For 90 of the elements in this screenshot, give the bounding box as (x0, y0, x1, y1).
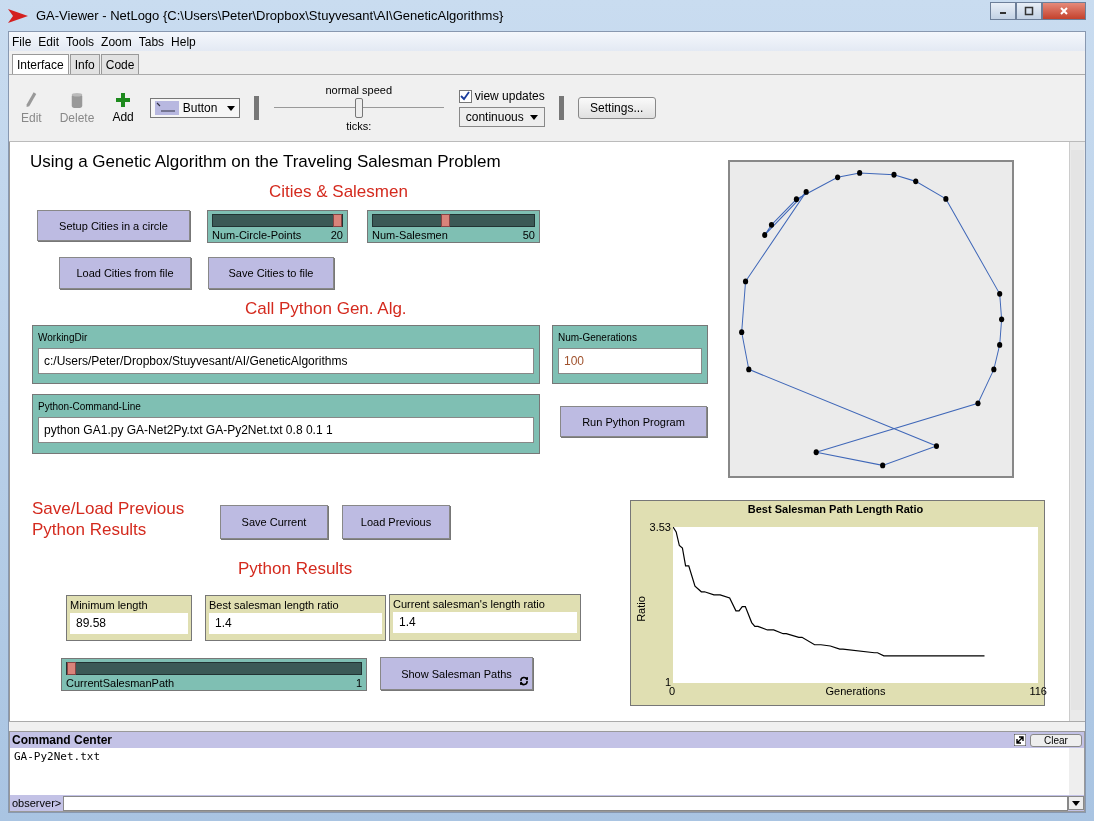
menu-item[interactable]: Edit (38, 34, 60, 49)
monitor-value: 89.58 (70, 613, 188, 634)
input-label: Python-Command-Line (38, 401, 142, 412)
input-field[interactable]: c:/Users/Peter/Dropbox/Stuyvesant/AI/GeneticAlgorithms (38, 348, 534, 374)
maximize-icon (1024, 6, 1034, 16)
widget-button[interactable]: Save Cities to file (208, 257, 334, 289)
input-label: WorkingDir (38, 332, 89, 343)
slider-thumb[interactable] (441, 214, 451, 227)
slider-thumb[interactable] (333, 214, 342, 227)
monitor-value: 1.4 (393, 612, 577, 633)
maximize-button[interactable] (1016, 2, 1042, 20)
command-center-title: Command Center (12, 733, 113, 747)
widget-button[interactable]: Show Salesman Paths (380, 657, 533, 690)
tab[interactable]: Info (69, 54, 100, 74)
vertical-scrollbar[interactable] (1069, 142, 1085, 721)
tab[interactable]: Code (100, 54, 140, 74)
model-title: Using a Genetic Algorithm on the Traveling Salesman Problem (30, 152, 501, 172)
menu-item[interactable]: Tools (66, 34, 95, 49)
widget-button[interactable]: Save Current (220, 505, 328, 539)
ticks-label: ticks: (346, 120, 372, 132)
window-title: GA-Viewer - NetLogo {C:\Users\Peter\Dropbox\Stuyvesant\AI\GeneticAlgorithms} (36, 8, 505, 23)
menu-item[interactable]: Help (171, 34, 196, 49)
view-updates-checkbox[interactable]: view updates (458, 89, 545, 103)
menu-item[interactable]: File (12, 34, 32, 49)
menu-item[interactable]: Tabs (138, 34, 165, 49)
y-axis-label: Ratio (635, 596, 647, 622)
forever-icon (519, 676, 529, 686)
plus-icon (115, 92, 132, 108)
slider-widget[interactable]: Num-Salesmen 50 (367, 210, 540, 243)
y-tick-label: 3.53 (649, 521, 672, 534)
slider-track[interactable] (372, 214, 535, 227)
widget-type-dropdown[interactable]: Button (149, 98, 240, 118)
widget-button[interactable]: Setup Cities in a circle (37, 210, 190, 241)
toolbar-separator (558, 96, 564, 120)
button-widget-icon (154, 101, 179, 115)
close-icon (1059, 6, 1069, 16)
speed-slider[interactable] (273, 98, 444, 118)
x-tick-label: 0 (669, 685, 676, 698)
monitor-value: 1.4 (209, 613, 382, 634)
plot-title: Best Salesman Path Length Ratio (746, 503, 925, 517)
speed-label: normal speed (325, 84, 393, 96)
monitor-label: Current salesman's length ratio (393, 598, 546, 610)
section-heading: Save/Load Previous Python Results (32, 498, 186, 540)
close-button[interactable] (1042, 2, 1086, 20)
section-heading: Call Python Gen. Alg. (245, 299, 407, 319)
update-mode-dropdown[interactable]: continuous (458, 107, 545, 127)
checkmark-icon (459, 90, 470, 101)
tab[interactable]: Interface (12, 54, 69, 74)
y-tick-label: 1 (664, 676, 671, 688)
history-dropdown[interactable] (1068, 796, 1084, 810)
monitor-label: Minimum length (70, 599, 149, 611)
command-input-field[interactable] (63, 795, 1068, 811)
trash-can-icon (70, 91, 85, 109)
slider-label: Num-Salesmen (372, 229, 448, 241)
slider-label: Num-Circle-Points (212, 229, 302, 241)
x-tick-label: 116 (1029, 685, 1047, 698)
menu-item[interactable]: Zoom (101, 34, 132, 49)
slider-track[interactable] (66, 662, 362, 675)
expand-icon[interactable] (1014, 734, 1026, 746)
app-logo-icon (8, 8, 28, 23)
slider-widget[interactable]: Num-Circle-Points 20 (207, 210, 348, 243)
caret-icon (226, 105, 235, 111)
monitor-label: Best salesman length ratio (209, 599, 340, 611)
slider-thumb[interactable] (67, 662, 76, 675)
input-field[interactable]: python GA1.py GA-Net2Py.txt GA-Py2Net.txt 0.8 0.1 1 (38, 417, 534, 443)
slider-label: CurrentSalesmanPath (66, 677, 175, 689)
caret-icon (1072, 800, 1080, 806)
section-heading: Cities & Salesmen (269, 182, 408, 202)
caret-icon (529, 114, 538, 120)
observer-prompt: observer> (11, 797, 63, 809)
minimize-button[interactable] (990, 2, 1016, 20)
settings-button[interactable]: Settings... (577, 97, 656, 119)
section-heading: Python Results (238, 559, 353, 579)
clear-button[interactable]: Clear (1030, 733, 1082, 747)
x-axis-label: Generations (825, 685, 886, 698)
pencil-icon (24, 91, 39, 109)
add-tool-button[interactable]: Add (110, 92, 136, 124)
slider-value: 50 (522, 229, 535, 241)
slider-widget[interactable]: CurrentSalesmanPath 1 (61, 658, 367, 691)
slider-value: 20 (330, 229, 343, 241)
slider-track[interactable] (212, 214, 343, 227)
speed-slider-thumb[interactable] (354, 98, 363, 118)
slider-value: 1 (355, 677, 362, 689)
widget-button[interactable]: Load Cities from file (59, 257, 191, 289)
input-label: Num-Generations (558, 332, 638, 343)
output-text: GA-Py2Net.txt (14, 750, 101, 763)
toolbar-separator (253, 96, 259, 120)
input-field[interactable]: 100 (558, 348, 702, 374)
widget-button[interactable]: Load Previous (342, 505, 450, 539)
widget-button[interactable]: Run Python Program (560, 406, 707, 437)
